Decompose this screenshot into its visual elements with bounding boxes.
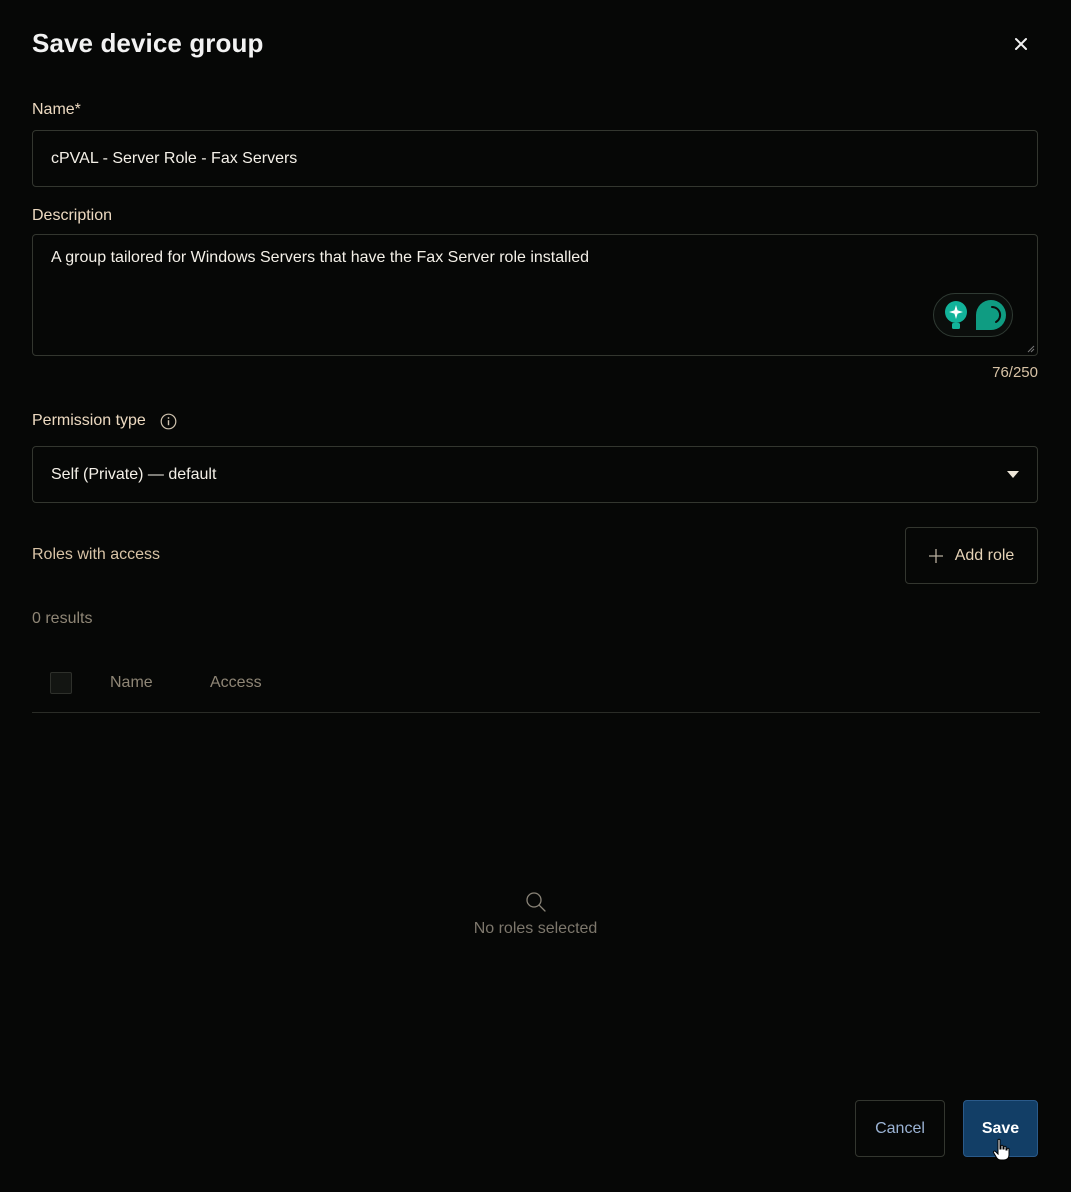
character-counter: 76/250 (992, 364, 1038, 381)
permission-type-label: Permission type (32, 412, 146, 429)
empty-state: No roles selected (0, 890, 1071, 938)
permission-type-select[interactable]: Self (Private) — default (32, 446, 1038, 503)
name-label: Name* (32, 101, 81, 118)
info-icon[interactable] (160, 413, 177, 430)
caret-down-icon (1007, 470, 1019, 478)
close-icon (1015, 38, 1027, 50)
column-header-access[interactable]: Access (210, 674, 262, 692)
add-role-label: Add role (954, 546, 1015, 564)
empty-state-text: No roles selected (473, 920, 598, 937)
save-device-group-dialog: Save device group Name* Description A gr… (0, 0, 1071, 1192)
results-count: 0 results (32, 610, 93, 627)
cancel-button[interactable]: Cancel (855, 1100, 945, 1157)
close-button[interactable] (1008, 31, 1034, 57)
description-textarea[interactable]: A group tailored for Windows Servers tha… (32, 234, 1038, 356)
roles-table-header: Name Access (32, 656, 1040, 713)
writing-assistant-widget[interactable] (933, 293, 1013, 337)
dialog-title: Save device group (32, 28, 264, 58)
name-input[interactable] (32, 130, 1038, 187)
plus-icon (928, 548, 943, 563)
description-label: Description (32, 207, 113, 224)
lightbulb-sparkle-icon (945, 301, 967, 329)
roles-with-access-label: Roles with access (32, 546, 161, 563)
save-button[interactable]: Save (963, 1100, 1038, 1157)
assistant-logo-icon (976, 300, 1006, 330)
column-header-name[interactable]: Name (110, 674, 153, 692)
add-role-button[interactable]: Add role (905, 527, 1038, 584)
permission-type-label-row: Permission type (32, 412, 177, 430)
permission-type-value: Self (Private) — default (51, 465, 217, 483)
select-all-checkbox[interactable] (50, 672, 72, 694)
description-text: A group tailored for Windows Servers tha… (51, 249, 590, 266)
search-icon (525, 892, 546, 912)
resize-grip-icon[interactable] (1027, 345, 1035, 353)
